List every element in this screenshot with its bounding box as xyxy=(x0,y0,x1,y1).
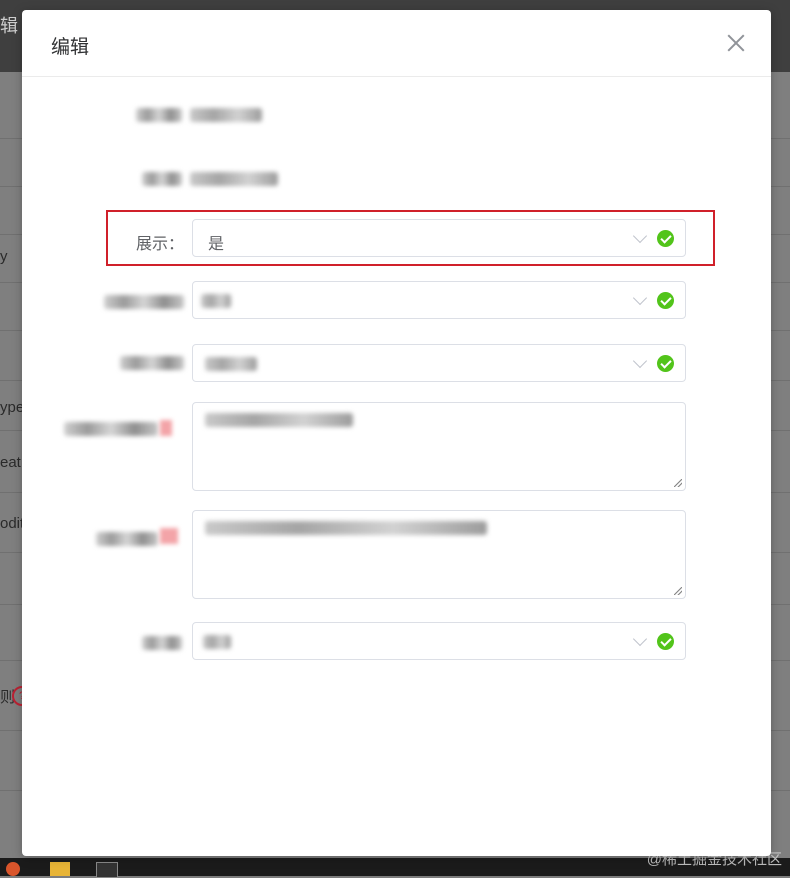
field-label xyxy=(136,108,182,122)
chevron-down-icon[interactable] xyxy=(632,631,648,647)
field-value xyxy=(190,172,278,186)
success-check-icon xyxy=(657,355,674,372)
background-text: y xyxy=(0,248,8,265)
field-value xyxy=(205,413,353,427)
chevron-down-icon[interactable] xyxy=(632,228,648,244)
resize-handle[interactable] xyxy=(674,479,682,487)
success-check-icon xyxy=(657,230,674,247)
required-mark xyxy=(160,420,172,436)
textarea-field[interactable] xyxy=(192,402,686,491)
display-label: 展示： xyxy=(136,236,185,253)
background-text: eat xyxy=(0,454,21,471)
success-check-icon xyxy=(657,633,674,650)
select-field[interactable] xyxy=(192,344,686,382)
required-mark xyxy=(160,528,178,544)
chevron-down-icon[interactable] xyxy=(632,290,648,306)
field-value xyxy=(203,635,231,649)
textarea-field[interactable] xyxy=(192,510,686,599)
select-field[interactable] xyxy=(192,622,686,660)
field-label xyxy=(142,172,182,186)
edit-dialog: 编辑 展示： 是 xyxy=(22,10,771,856)
field-value xyxy=(205,521,487,535)
chevron-down-icon[interactable] xyxy=(632,353,648,369)
display-select[interactable]: 是 xyxy=(192,219,686,257)
field-label xyxy=(96,532,158,546)
background-text: ype xyxy=(0,399,25,416)
field-value xyxy=(201,294,231,308)
folder-icon[interactable] xyxy=(50,862,70,876)
field-value xyxy=(190,108,262,122)
display-select-value: 是 xyxy=(208,236,225,253)
field-value xyxy=(205,357,257,371)
background-text: odit xyxy=(0,515,25,532)
browser-icon[interactable] xyxy=(6,862,20,876)
field-label xyxy=(104,295,184,309)
field-label xyxy=(64,422,158,436)
field-label xyxy=(142,636,182,650)
resize-handle[interactable] xyxy=(674,587,682,595)
background-title-fragment: 辑 xyxy=(0,16,18,36)
select-field[interactable] xyxy=(192,281,686,319)
success-check-icon xyxy=(657,292,674,309)
edit-form: 展示： 是 xyxy=(22,10,771,856)
field-label xyxy=(120,356,184,370)
